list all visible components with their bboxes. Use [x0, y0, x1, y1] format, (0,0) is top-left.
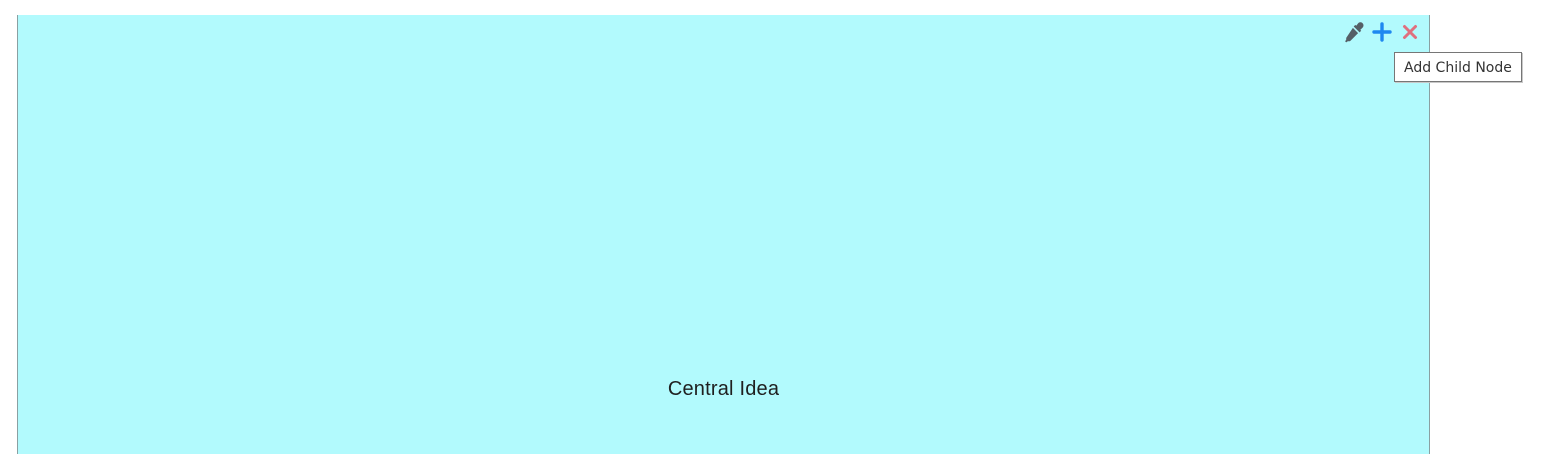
- add-child-node-button[interactable]: [1371, 21, 1393, 48]
- close-icon: [1399, 21, 1421, 48]
- plus-icon: [1371, 21, 1393, 48]
- tooltip: Add Child Node: [1394, 52, 1522, 82]
- color-picker-button[interactable]: [1343, 21, 1365, 48]
- node-label[interactable]: Central Idea: [18, 378, 1429, 401]
- mind-map-node-central[interactable]: Central Idea: [17, 15, 1430, 454]
- node-toolbar: [1343, 21, 1421, 48]
- eyedropper-icon: [1343, 21, 1365, 48]
- delete-node-button[interactable]: [1399, 23, 1421, 45]
